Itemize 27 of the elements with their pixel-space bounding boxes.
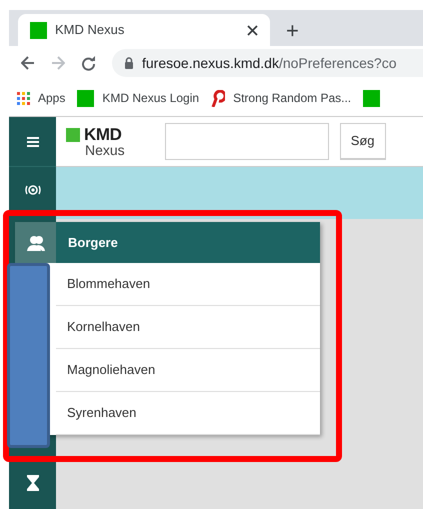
bookmark[interactable]: KMD Nexus Login (77, 89, 200, 107)
key-logo-icon (211, 90, 226, 106)
bookmark[interactable]: Strong Random Pas... (211, 89, 352, 107)
logo-product: Nexus (85, 143, 125, 157)
close-icon[interactable] (247, 24, 258, 36)
lock-icon (124, 57, 134, 69)
new-tab-button[interactable]: + (286, 20, 299, 42)
browser-tab[interactable]: KMD Nexus (18, 14, 270, 46)
favicon-icon[interactable] (363, 90, 380, 106)
favicon-icon (77, 90, 94, 106)
apps-grid-icon (17, 92, 30, 104)
bookmark[interactable]: Apps (17, 89, 66, 107)
menu-item[interactable]: Magnoliehaven (56, 349, 320, 392)
url-text: furesoe.nexus.kmd.dk/noPreferences?co (142, 54, 396, 72)
address-bar[interactable]: furesoe.nexus.kmd.dk/noPreferences?co (112, 49, 423, 77)
menu-item[interactable]: Kornelhaven (56, 306, 320, 349)
menu-item[interactable]: Blommehaven (56, 263, 320, 306)
tab-title: KMD Nexus (55, 21, 126, 40)
menu-item[interactable]: Syrenhaven (56, 392, 320, 435)
favicon-icon (30, 22, 47, 38)
back-icon[interactable] (21, 56, 35, 70)
logo-square-icon (66, 128, 80, 142)
logo-brand: KMD (84, 126, 122, 143)
reload-icon[interactable] (81, 56, 96, 70)
search-button[interactable]: Søg (340, 123, 386, 160)
menu-title: Borgere (67, 234, 118, 252)
search-field[interactable] (164, 123, 329, 160)
